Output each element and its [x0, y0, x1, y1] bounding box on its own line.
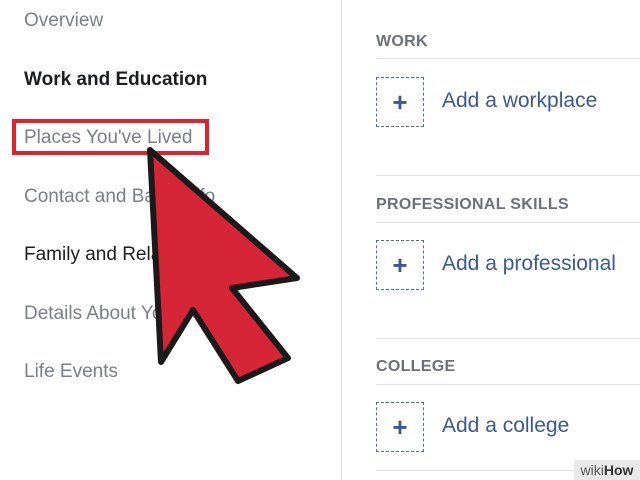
page: Overview Work and Education Places You'v… [0, 0, 640, 480]
section-heading-professional-skills: PROFESSIONAL SKILLS [376, 196, 569, 213]
about-content: WORK + Add a workplace PROFESSIONAL SKIL… [342, 0, 640, 480]
add-college-link[interactable]: Add a college [442, 414, 569, 438]
section-heading-college: COLLEGE [376, 358, 456, 375]
section-separator [376, 175, 640, 176]
add-workplace-row[interactable]: + Add a workplace [376, 77, 640, 127]
sidebar-item-contact-info[interactable]: Contact and Basic Info [24, 185, 215, 209]
section-separator [376, 222, 640, 223]
about-sidebar: Overview Work and Education Places You'v… [0, 0, 342, 480]
wikihow-watermark: wikiHow [574, 460, 640, 480]
add-professional-link[interactable]: Add a professional [442, 252, 616, 276]
add-workplace-link[interactable]: Add a workplace [442, 89, 597, 113]
watermark-prefix: wiki [580, 462, 604, 478]
add-professional-row[interactable]: + Add a professional [376, 240, 640, 290]
section-separator [376, 384, 640, 385]
section-separator [376, 58, 640, 59]
highlight-box [12, 119, 209, 155]
sidebar-item-family-relationships[interactable]: Family and Relationships [24, 243, 236, 267]
plus-icon[interactable]: + [376, 402, 424, 452]
section-heading-work: WORK [376, 33, 428, 50]
sidebar-item-overview[interactable]: Overview [24, 9, 103, 33]
plus-icon[interactable]: + [376, 240, 424, 290]
watermark-suffix: How [603, 462, 634, 478]
sidebar-item-details-about[interactable]: Details About You [24, 302, 173, 326]
section-separator [376, 338, 640, 339]
sidebar-item-life-events[interactable]: Life Events [24, 360, 118, 384]
plus-icon[interactable]: + [376, 77, 424, 127]
add-college-row[interactable]: + Add a college [376, 402, 640, 452]
sidebar-item-work-education[interactable]: Work and Education [24, 68, 207, 92]
